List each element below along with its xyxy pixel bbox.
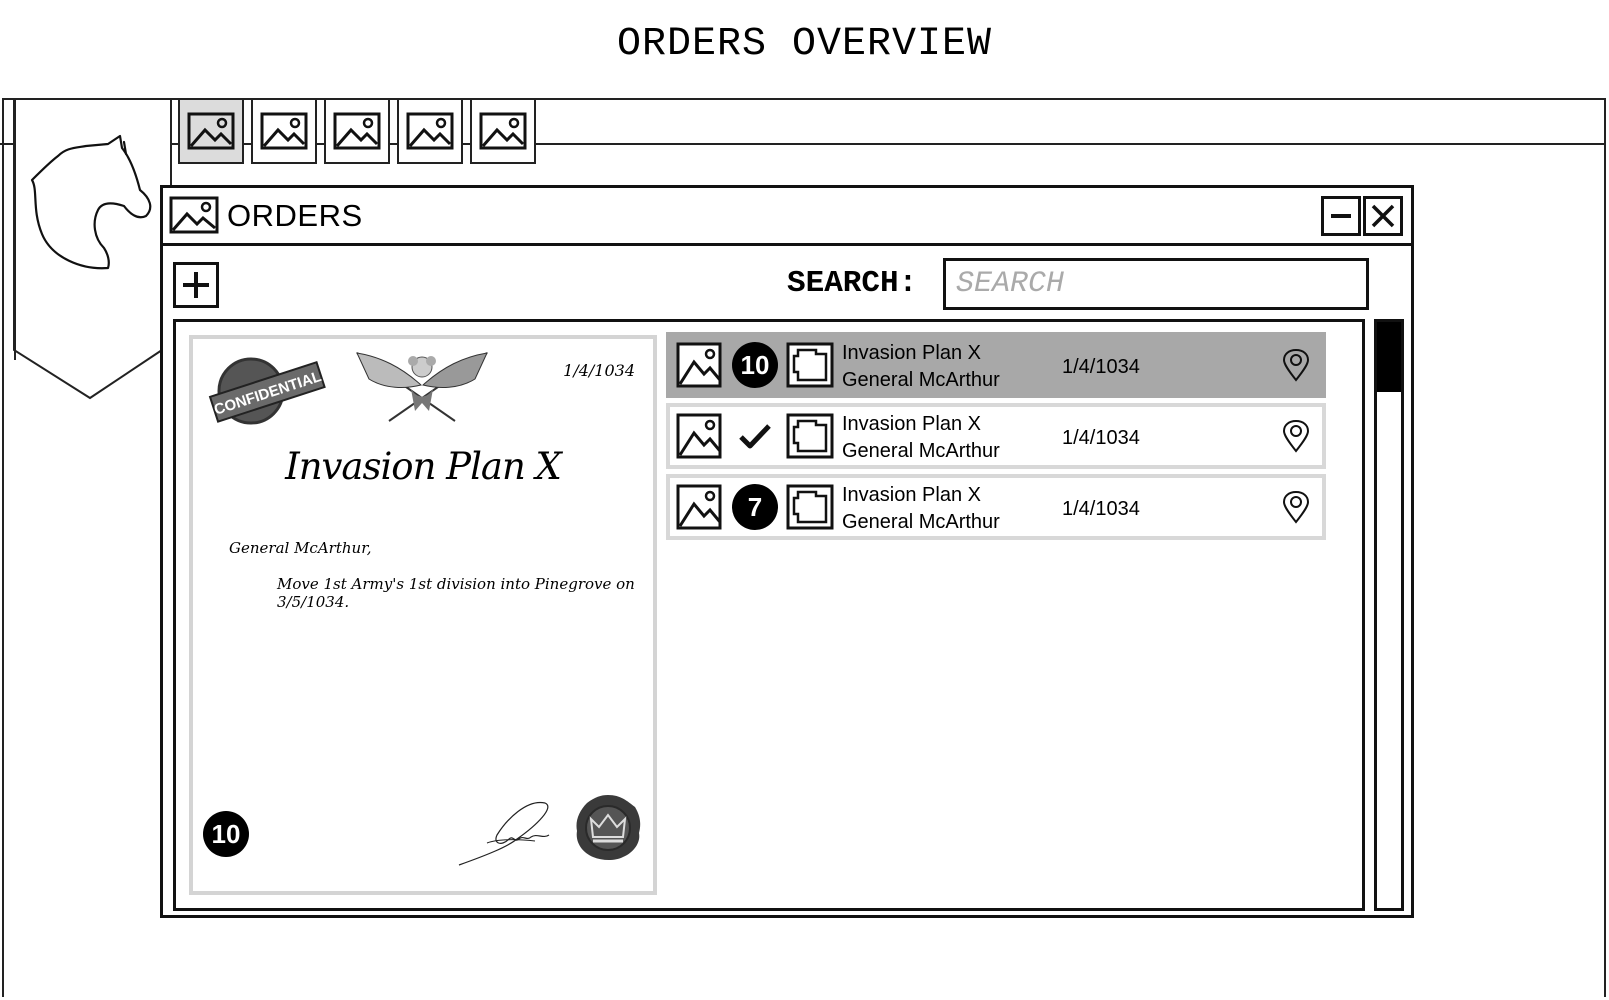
minimize-icon xyxy=(1331,214,1351,218)
order-row[interactable]: Invasion Plan X General McArthur 1/4/103… xyxy=(666,403,1326,469)
image-icon xyxy=(169,196,219,234)
location-pin-icon[interactable] xyxy=(1282,348,1310,382)
confidential-stamp: CONFIDENTIAL xyxy=(208,357,326,425)
window-title: ORDERS xyxy=(227,198,363,233)
search-input[interactable] xyxy=(943,258,1369,310)
crossed-flags-emblem xyxy=(356,352,488,422)
order-date: 1/4/1034 xyxy=(1062,356,1140,378)
order-general: General McArthur xyxy=(842,511,1000,533)
image-icon xyxy=(479,112,527,150)
order-document-preview: CONFIDENTIAL 1/4/1034 Invasion Plan X Ge… xyxy=(189,335,657,895)
search-label: SEARCH: xyxy=(787,266,918,301)
plus-icon xyxy=(183,272,209,298)
location-pin-icon[interactable] xyxy=(1282,419,1310,453)
page-title: ORDERS OVERVIEW xyxy=(616,22,993,67)
wax-seal-icon xyxy=(576,795,641,860)
divider xyxy=(170,98,172,188)
orders-scrollbar[interactable] xyxy=(1374,319,1404,911)
location-pin-icon[interactable] xyxy=(1282,490,1310,524)
document-date: 1/4/1034 xyxy=(563,361,635,380)
close-icon xyxy=(1371,204,1395,228)
order-general: General McArthur xyxy=(842,440,1000,462)
image-icon xyxy=(333,112,381,150)
order-date: 1/4/1034 xyxy=(1062,498,1140,520)
window-titlebar[interactable]: ORDERS xyxy=(163,188,1411,246)
order-name: Invasion Plan X xyxy=(842,413,981,435)
add-order-button[interactable] xyxy=(173,262,219,308)
signature xyxy=(458,801,550,866)
horse-emblem-icon xyxy=(30,134,152,270)
tab-4[interactable] xyxy=(397,98,463,164)
scrollbar-thumb[interactable] xyxy=(1377,322,1401,392)
territory-icon xyxy=(786,342,834,388)
image-icon xyxy=(676,342,722,388)
order-row[interactable]: 10 Invasion Plan X General McArthur 1/4/… xyxy=(666,332,1326,398)
image-icon xyxy=(406,112,454,150)
status-badge: 7 xyxy=(732,484,778,530)
document-title: Invasion Plan X xyxy=(285,445,562,488)
order-general: General McArthur xyxy=(842,369,1000,391)
document-body: Move 1st Army's 1st division into Pinegr… xyxy=(277,575,635,611)
tab-5[interactable] xyxy=(470,98,536,164)
faction-banner xyxy=(13,98,163,400)
document-salutation: General McArthur, xyxy=(229,539,372,557)
checkmark-icon xyxy=(739,424,771,449)
tab-2[interactable] xyxy=(251,98,317,164)
image-icon xyxy=(676,413,722,459)
image-icon xyxy=(187,112,235,150)
orders-content-area: CONFIDENTIAL 1/4/1034 Invasion Plan X Ge… xyxy=(173,319,1365,911)
territory-icon xyxy=(786,413,834,459)
status-badge: 10 xyxy=(732,342,778,388)
tab-1[interactable] xyxy=(178,98,244,164)
image-icon xyxy=(676,484,722,530)
minimize-button[interactable] xyxy=(1321,196,1361,236)
close-button[interactable] xyxy=(1363,196,1403,236)
orders-window: ORDERS SEARCH: CONFIDENTIAL xyxy=(160,185,1414,918)
order-row[interactable]: 7 Invasion Plan X General McArthur 1/4/1… xyxy=(666,474,1326,540)
order-name: Invasion Plan X xyxy=(842,342,981,364)
territory-icon xyxy=(786,484,834,530)
order-name: Invasion Plan X xyxy=(842,484,981,506)
order-number-badge: 10 xyxy=(203,811,249,857)
order-date: 1/4/1034 xyxy=(1062,427,1140,449)
tab-3[interactable] xyxy=(324,98,390,164)
image-icon xyxy=(260,112,308,150)
